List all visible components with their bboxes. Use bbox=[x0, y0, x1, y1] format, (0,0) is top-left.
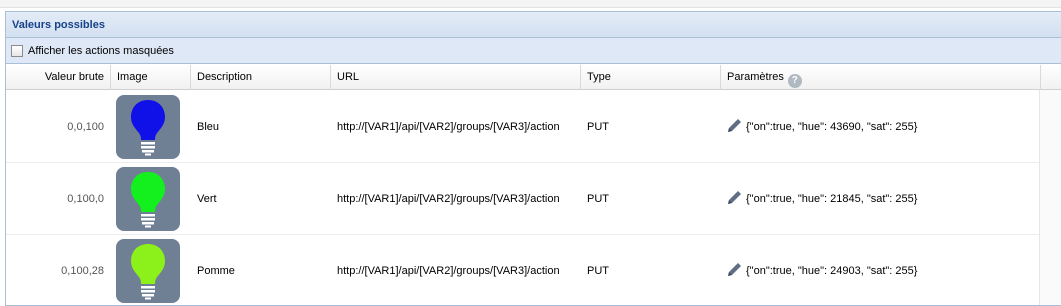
edit-pencil-icon[interactable] bbox=[726, 117, 743, 137]
params-text: {"on":true, "hue": 24903, "sat": 255} bbox=[746, 265, 918, 277]
table-row[interactable]: 0,0,100 Bleu http://[VAR1]/api/[VAR2]/gr… bbox=[6, 91, 1040, 163]
raw-value: 0,100,28 bbox=[61, 265, 104, 277]
params-text: {"on":true, "hue": 43690, "sat": 255} bbox=[746, 121, 918, 133]
lightbulb-icon bbox=[131, 244, 165, 300]
raw-value: 0,100,0 bbox=[67, 193, 104, 205]
help-icon[interactable]: ? bbox=[787, 74, 802, 88]
description-text: Pomme bbox=[197, 265, 235, 277]
column-header-url[interactable]: URL bbox=[331, 65, 581, 90]
description-text: Vert bbox=[197, 193, 217, 205]
url-cell: http://[VAR1]/api/[VAR2]/groups/[VAR3]/a… bbox=[337, 235, 577, 305]
vertical-scrollbar[interactable] bbox=[1039, 90, 1061, 305]
bulb-image bbox=[116, 239, 180, 303]
column-header-description[interactable]: Description bbox=[191, 65, 331, 90]
lightbulb-icon bbox=[131, 100, 165, 156]
column-header-raw[interactable]: Valeur brute bbox=[6, 65, 111, 90]
type-cell: PUT bbox=[587, 163, 717, 235]
raw-value-cell: 0,100,28 bbox=[6, 235, 104, 305]
edit-pencil-icon[interactable] bbox=[726, 189, 743, 209]
image-cell bbox=[116, 163, 182, 235]
show-hidden-checkbox[interactable] bbox=[11, 44, 23, 57]
image-cell bbox=[116, 91, 182, 163]
method-text: PUT bbox=[587, 265, 609, 277]
params-cell: {"on":true, "hue": 24903, "sat": 255} bbox=[726, 235, 1026, 305]
column-header-type[interactable]: Type bbox=[581, 65, 721, 90]
url-text: http://[VAR1]/api/[VAR2]/groups/[VAR3]/a… bbox=[337, 121, 560, 133]
raw-value-cell: 0,100,0 bbox=[6, 163, 104, 235]
possible-values-panel: Valeurs possibles Afficher les actions m… bbox=[5, 11, 1061, 306]
column-header-params-label: Paramètres bbox=[727, 71, 784, 83]
table-row[interactable]: 0,100,0 Vert http://[VAR1]/api/[VAR2]/gr… bbox=[6, 163, 1040, 235]
url-cell: http://[VAR1]/api/[VAR2]/groups/[VAR3]/a… bbox=[337, 91, 577, 163]
params-text: {"on":true, "hue": 21845, "sat": 255} bbox=[746, 193, 918, 205]
column-header-params[interactable]: Paramètres? bbox=[721, 65, 1026, 90]
raw-value: 0,0,100 bbox=[67, 121, 104, 133]
top-strip bbox=[0, 0, 1061, 8]
params-cell: {"on":true, "hue": 43690, "sat": 255} bbox=[726, 91, 1026, 163]
description-cell: Pomme bbox=[197, 235, 327, 305]
image-cell bbox=[116, 235, 182, 305]
description-text: Bleu bbox=[197, 121, 220, 133]
params-cell: {"on":true, "hue": 21845, "sat": 255} bbox=[726, 163, 1026, 235]
url-text: http://[VAR1]/api/[VAR2]/groups/[VAR3]/a… bbox=[337, 265, 560, 277]
bulb-image bbox=[116, 95, 180, 159]
url-text: http://[VAR1]/api/[VAR2]/groups/[VAR3]/a… bbox=[337, 193, 560, 205]
scrollbar-header-spacer bbox=[1040, 65, 1061, 90]
method-text: PUT bbox=[587, 121, 609, 133]
description-cell: Bleu bbox=[197, 91, 327, 163]
panel-title: Valeurs possibles bbox=[6, 12, 1061, 38]
grid-header: Valeur brute Image Description URL Type … bbox=[6, 65, 1061, 90]
lightbulb-icon bbox=[131, 172, 165, 228]
bulb-image bbox=[116, 167, 180, 231]
method-text: PUT bbox=[587, 193, 609, 205]
table-row[interactable]: 0,100,28 Pomme http://[VAR1]/api/[VAR2]/… bbox=[6, 235, 1040, 305]
description-cell: Vert bbox=[197, 163, 327, 235]
type-cell: PUT bbox=[587, 235, 717, 305]
url-cell: http://[VAR1]/api/[VAR2]/groups/[VAR3]/a… bbox=[337, 163, 577, 235]
panel-toolbar: Afficher les actions masquées bbox=[6, 38, 1061, 64]
column-header-image[interactable]: Image bbox=[111, 65, 191, 90]
type-cell: PUT bbox=[587, 91, 717, 163]
raw-value-cell: 0,0,100 bbox=[6, 91, 104, 163]
show-hidden-label[interactable]: Afficher les actions masquées bbox=[28, 45, 174, 57]
edit-pencil-icon[interactable] bbox=[726, 261, 743, 281]
